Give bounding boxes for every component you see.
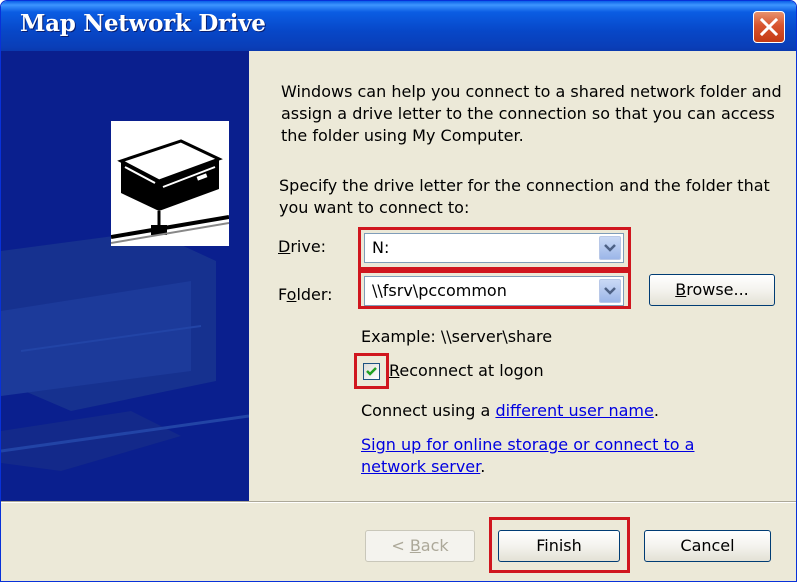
folder-dropdown-button[interactable]	[599, 279, 621, 303]
different-user-name-link[interactable]: different user name	[495, 401, 653, 420]
chevron-down-icon	[604, 244, 616, 252]
browse-button[interactable]: Browse...	[649, 274, 775, 306]
checkmark-icon	[366, 367, 377, 376]
signup-link-line1[interactable]: Sign up for online storage or connect to…	[361, 435, 694, 454]
signup-link-line2[interactable]: network server	[361, 457, 480, 476]
drive-label: Drive:	[278, 237, 327, 256]
wizard-footer: < Back Finish Cancel	[1, 503, 796, 581]
reconnect-label[interactable]: Reconnect at logon	[389, 360, 544, 382]
map-network-drive-dialog: Map Network Drive Windows can help you c…	[0, 0, 797, 582]
folder-label: Folder:	[278, 285, 333, 304]
folder-value[interactable]: \\fsrv\pccommon	[372, 281, 507, 300]
network-drive-icon	[110, 121, 230, 246]
reconnect-checkbox[interactable]	[363, 363, 380, 380]
network-drive-watermark-icon	[1, 231, 249, 471]
wizard-content: Windows can help you connect to a shared…	[249, 51, 796, 501]
window-title: Map Network Drive	[20, 10, 266, 37]
drive-combobox[interactable]: N:	[364, 233, 624, 263]
folder-combobox[interactable]: \\fsrv\pccommon	[364, 276, 624, 306]
drive-dropdown-button[interactable]	[599, 236, 621, 260]
title-bar[interactable]: Map Network Drive	[1, 1, 796, 51]
drive-value: N:	[372, 238, 390, 257]
intro-text: Windows can help you connect to a shared…	[281, 82, 782, 145]
connect-using-text: Connect using a different user name.	[361, 401, 659, 420]
wizard-banner-image	[1, 51, 249, 501]
cancel-button[interactable]: Cancel	[644, 530, 771, 562]
chevron-down-icon	[604, 287, 616, 295]
specify-text: Specify the drive letter for the connect…	[279, 176, 770, 217]
back-button[interactable]: < Back	[365, 530, 475, 562]
example-text: Example: \\server\share	[361, 327, 553, 346]
signup-text: Sign up for online storage or connect to…	[361, 435, 695, 476]
close-button[interactable]	[753, 11, 785, 43]
finish-button[interactable]: Finish	[498, 530, 620, 562]
